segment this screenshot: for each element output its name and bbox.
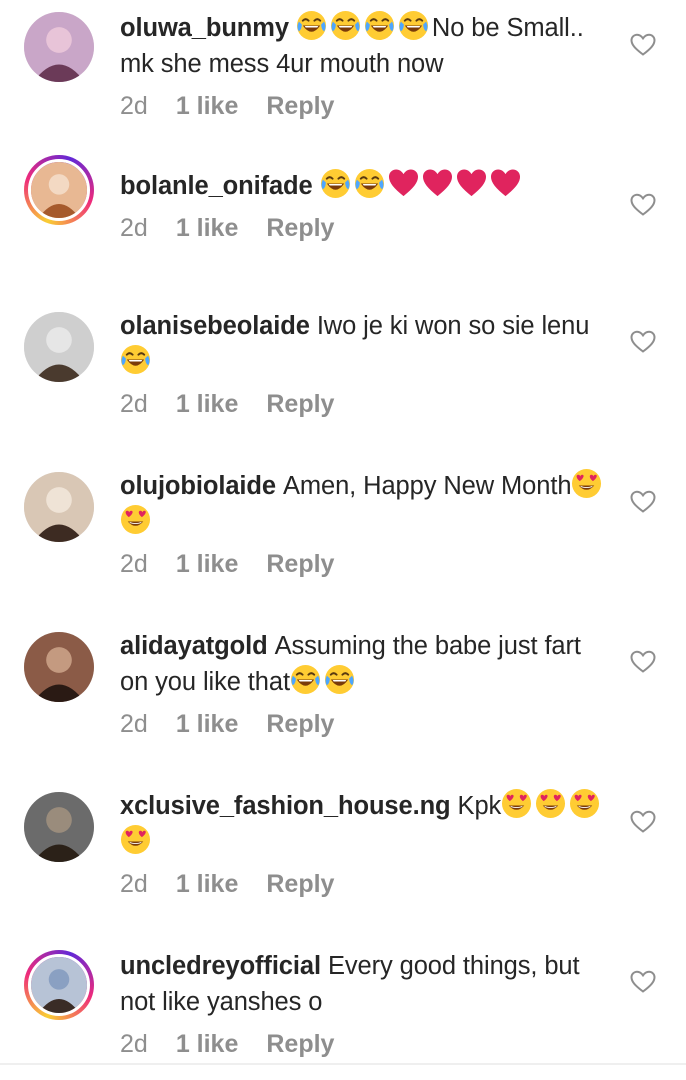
comment-likes-link[interactable]: 1 like [176, 870, 239, 898]
comment-message: Amen, Happy New Month [282, 472, 572, 500]
comment-likes-link[interactable]: 1 like [176, 550, 239, 578]
comment-text: bolanle_onifade [120, 168, 606, 204]
comment-time: 2d [120, 550, 148, 578]
comment-time: 2d [120, 214, 148, 242]
comment-message: Iwo je ki won so sie lenu [316, 312, 590, 340]
comment-meta: 2d 1 like Reply [120, 1030, 606, 1059]
heart-eyes-emoji-icon [571, 468, 602, 499]
avatar[interactable] [24, 312, 94, 382]
comment-time: 2d [120, 710, 148, 738]
comment-username[interactable]: olanisebeolaide [120, 312, 310, 340]
tears-of-joy-emoji-icon [296, 10, 327, 41]
comment-likes-link[interactable]: 1 like [176, 390, 239, 418]
tears-of-joy-emoji-icon [364, 10, 395, 41]
comment-likes-link[interactable]: 1 like [176, 1030, 239, 1058]
comment-time: 2d [120, 1030, 148, 1058]
comment-username[interactable]: oluwa_bunmy [120, 14, 289, 42]
comment-meta: 2d 1 like Reply [120, 390, 606, 419]
comment-meta: 2d 1 like Reply [120, 870, 606, 899]
like-heart-icon[interactable] [630, 810, 656, 834]
comment-text: olujobiolaide Amen, Happy New Month [120, 468, 606, 540]
red-heart-emoji-icon [490, 168, 521, 199]
comment-message: Kpk [457, 792, 502, 820]
comment-time: 2d [120, 870, 148, 898]
comment-username[interactable]: olujobiolaide [120, 472, 276, 500]
comment-text: alidayatgold Assuming the babe just fart … [120, 628, 606, 700]
comment-body: olanisebeolaide Iwo je ki won so sie lenu… [120, 308, 606, 419]
like-heart-icon[interactable] [630, 193, 656, 217]
divider [0, 1063, 686, 1065]
avatar[interactable] [24, 632, 94, 702]
like-heart-icon[interactable] [630, 33, 656, 57]
comment-body: olujobiolaide Amen, Happy New Month 2d 1 li… [120, 468, 606, 579]
comment-body: alidayatgold Assuming the babe just fart … [120, 628, 606, 739]
comment-username[interactable]: alidayatgold [120, 632, 268, 660]
reply-button[interactable]: Reply [266, 1030, 334, 1058]
comment-meta: 2d 1 like Reply [120, 550, 606, 579]
comment-text: uncledreyofficial Every good things, but … [120, 948, 606, 1020]
comment-likes-link[interactable]: 1 like [176, 214, 239, 242]
tears-of-joy-emoji-icon [398, 10, 429, 41]
reply-button[interactable]: Reply [266, 710, 334, 738]
reply-button[interactable]: Reply [266, 870, 334, 898]
comment-likes-link[interactable]: 1 like [176, 92, 239, 120]
heart-eyes-emoji-icon [120, 504, 151, 535]
red-heart-emoji-icon [388, 168, 419, 199]
avatar[interactable] [24, 12, 94, 82]
comment-text: oluwa_bunmy No be Small.. mk she mess 4ur… [120, 10, 606, 82]
avatar[interactable] [24, 155, 94, 225]
heart-eyes-emoji-icon [569, 788, 600, 819]
like-heart-icon[interactable] [630, 650, 656, 674]
avatar[interactable] [24, 950, 94, 1020]
heart-eyes-emoji-icon [501, 788, 532, 819]
comment-time: 2d [120, 92, 148, 120]
heart-eyes-emoji-icon [535, 788, 566, 819]
comment-meta: 2d 1 like Reply [120, 214, 606, 243]
avatar[interactable] [24, 472, 94, 542]
like-heart-icon[interactable] [630, 490, 656, 514]
comment-username[interactable]: bolanle_onifade [120, 172, 313, 200]
comment-username[interactable]: xclusive_fashion_house.ng [120, 792, 451, 820]
avatar[interactable] [24, 792, 94, 862]
like-heart-icon[interactable] [630, 970, 656, 994]
comment-likes-link[interactable]: 1 like [176, 710, 239, 738]
comment-meta: 2d 1 like Reply [120, 710, 606, 739]
comment-body: uncledreyofficial Every good things, but … [120, 948, 606, 1059]
like-heart-icon[interactable] [630, 330, 656, 354]
reply-button[interactable]: Reply [266, 92, 334, 120]
reply-button[interactable]: Reply [266, 550, 334, 578]
tears-of-joy-emoji-icon [320, 168, 351, 199]
reply-button[interactable]: Reply [266, 214, 334, 242]
tears-of-joy-emoji-icon [354, 168, 385, 199]
comment-body: oluwa_bunmy No be Small.. mk she mess 4ur… [120, 10, 606, 121]
comment-body: xclusive_fashion_house.ng Kpk 2d 1 like Repl… [120, 788, 606, 899]
comment-text: olanisebeolaide Iwo je ki won so sie lenu [120, 308, 606, 380]
red-heart-emoji-icon [422, 168, 453, 199]
tears-of-joy-emoji-icon [330, 10, 361, 41]
heart-eyes-emoji-icon [120, 824, 151, 855]
tears-of-joy-emoji-icon [290, 664, 321, 695]
comment-text: xclusive_fashion_house.ng Kpk [120, 788, 606, 860]
red-heart-emoji-icon [456, 168, 487, 199]
comment-username[interactable]: uncledreyofficial [120, 952, 321, 980]
comment-body: bolanle_onifade 2d 1 like Reply [120, 168, 606, 243]
comment-time: 2d [120, 390, 148, 418]
comment-meta: 2d 1 like Reply [120, 92, 606, 121]
reply-button[interactable]: Reply [266, 390, 334, 418]
tears-of-joy-emoji-icon [120, 344, 151, 375]
tears-of-joy-emoji-icon [324, 664, 355, 695]
